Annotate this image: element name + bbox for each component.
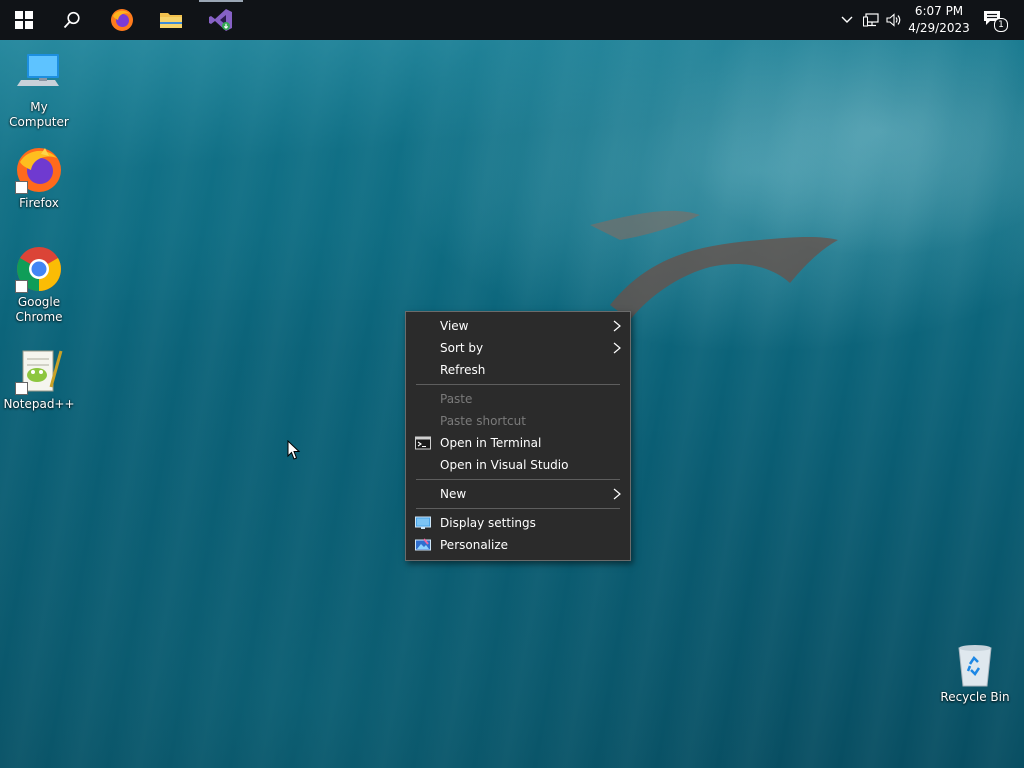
chevron-up-icon [841, 16, 853, 23]
personalize-icon [415, 538, 431, 551]
taskbar-file-explorer[interactable] [147, 0, 195, 40]
taskbar-visual-studio[interactable] [197, 0, 245, 40]
taskbar: 6:07 PM 4/29/2023 1 [0, 0, 1024, 40]
desktop-icon-label: My Computer [9, 100, 69, 129]
menu-item-label: Refresh [440, 363, 486, 377]
menu-item-label: Sort by [440, 341, 484, 355]
menu-item-label: View [440, 319, 469, 333]
menu-item-display-settings[interactable]: Display settings [406, 512, 630, 534]
firefox-icon [111, 9, 133, 31]
wallpaper-swimmer-fins [590, 210, 838, 320]
shortcut-arrow-icon [15, 280, 28, 293]
desktop-icon-my-computer[interactable]: My Computer [0, 50, 78, 130]
menu-item-label: Open in Terminal [440, 436, 542, 450]
visual-studio-icon [209, 9, 232, 31]
network-icon [863, 13, 879, 27]
menu-item-sort-by[interactable]: Sort by [406, 337, 630, 359]
chevron-right-icon [613, 320, 621, 332]
menu-item-view[interactable]: View [406, 315, 630, 337]
menu-item-label: New [440, 487, 467, 501]
desktop-icon-recycle-bin[interactable]: Recycle Bin [936, 640, 1014, 705]
desktop-context-menu: View Sort by Refresh Paste Paste shortcu… [405, 311, 631, 561]
wallpaper-surface [0, 40, 1024, 300]
desktop-icon-label: Google Chrome [15, 295, 63, 324]
menu-item-paste[interactable]: Paste [406, 388, 630, 410]
desktop-icon-google-chrome[interactable]: Google Chrome [0, 245, 78, 325]
show-hidden-icons-button[interactable] [838, 0, 856, 40]
desktop-icon-firefox[interactable]: Firefox [0, 146, 78, 211]
shortcut-arrow-icon [15, 382, 28, 395]
menu-item-open-in-visual-studio[interactable]: Open in Visual Studio [406, 454, 630, 476]
desktop-icon-label: Recycle Bin [940, 690, 1010, 704]
display-icon [415, 516, 431, 529]
taskbar-clock[interactable]: 6:07 PM 4/29/2023 [904, 3, 974, 37]
clock-time: 6:07 PM [914, 4, 964, 18]
menu-item-label: Open in Visual Studio [440, 458, 569, 472]
desktop[interactable]: 6:07 PM 4/29/2023 1 My Computer Firefox … [0, 0, 1024, 768]
desktop-icon-label: Firefox [19, 196, 59, 210]
menu-item-open-in-terminal[interactable]: Open in Terminal [406, 432, 630, 454]
taskbar-firefox[interactable] [98, 0, 146, 40]
network-button[interactable] [860, 0, 882, 40]
search-button[interactable] [48, 0, 96, 40]
menu-separator [416, 384, 620, 385]
desktop-icon-label: Notepad++ [3, 397, 75, 411]
terminal-icon [415, 436, 431, 450]
menu-item-label: Personalize [440, 538, 509, 552]
volume-button[interactable] [884, 0, 904, 40]
menu-separator [416, 508, 620, 509]
shortcut-arrow-icon [15, 181, 28, 194]
computer-icon [17, 54, 59, 86]
windows-start-icon [15, 11, 33, 29]
folder-icon [160, 13, 182, 28]
chevron-right-icon [613, 342, 621, 354]
menu-item-label: Display settings [440, 516, 536, 530]
desktop-icon-notepadpp[interactable]: Notepad++ [0, 347, 78, 412]
chevron-right-icon [613, 488, 621, 500]
volume-icon [886, 13, 901, 27]
clock-date: 4/29/2023 [908, 21, 970, 35]
notification-count-badge: 1 [994, 18, 1008, 32]
mouse-cursor-icon [287, 440, 301, 460]
search-icon [63, 11, 80, 29]
menu-item-refresh[interactable]: Refresh [406, 359, 630, 381]
action-center-button[interactable]: 1 [978, 0, 1008, 40]
menu-separator [416, 479, 620, 480]
menu-item-new[interactable]: New [406, 483, 630, 505]
recycle-bin-icon [958, 645, 992, 687]
menu-item-paste-shortcut[interactable]: Paste shortcut [406, 410, 630, 432]
start-button[interactable] [0, 0, 48, 40]
menu-item-label: Paste [440, 392, 473, 406]
menu-item-personalize[interactable]: Personalize [406, 534, 630, 556]
menu-item-label: Paste shortcut [440, 414, 526, 428]
